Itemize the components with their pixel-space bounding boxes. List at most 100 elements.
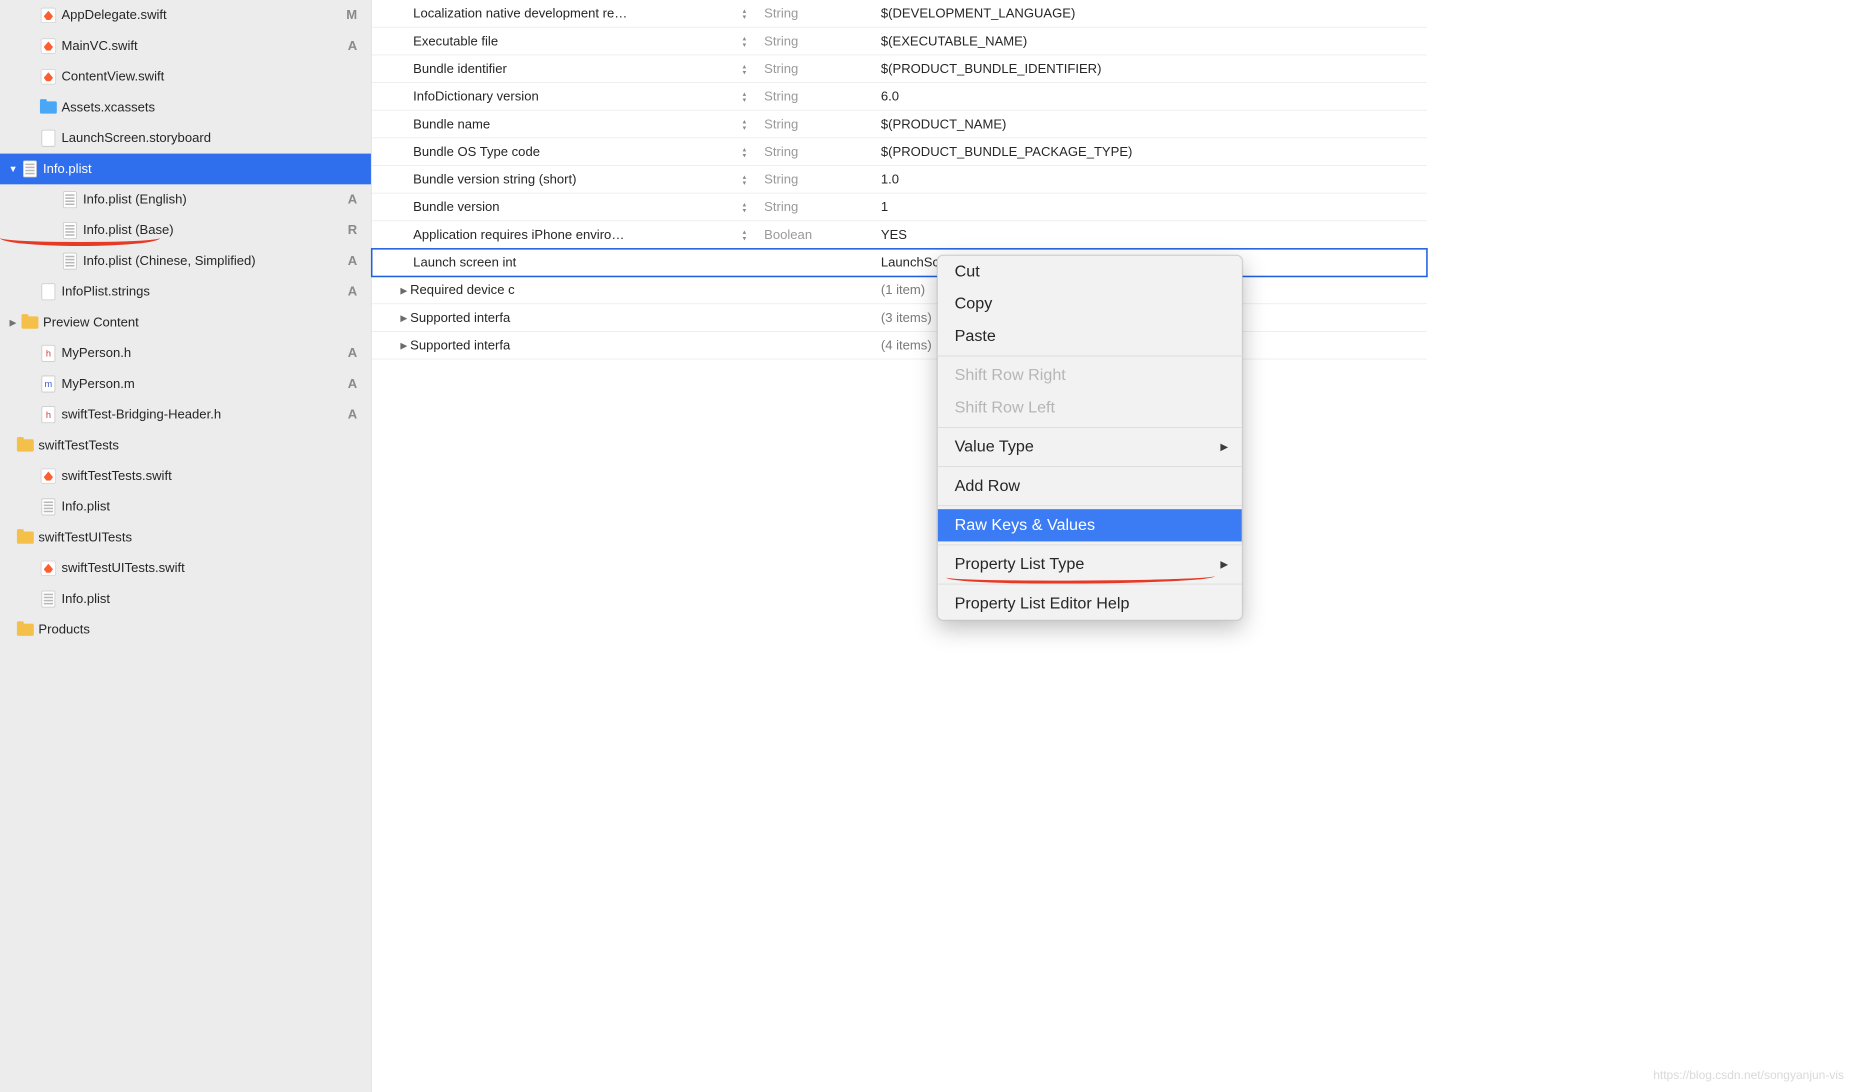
plist-row[interactable]: Executable file▴▾ String$(EXECUTABLE_NAME…: [372, 28, 1427, 56]
plist-key[interactable]: Application requires iPhone enviro…: [413, 227, 759, 242]
stepper-icon[interactable]: ▴▾: [743, 226, 754, 243]
stepper-icon[interactable]: ▴▾: [743, 33, 754, 50]
plist-value[interactable]: $(PRODUCT_NAME): [873, 116, 1427, 131]
plist-row[interactable]: ▶Required device c(1 item): [372, 276, 1427, 304]
file-name: Preview Content: [43, 315, 139, 330]
plist-key[interactable]: Executable file: [413, 33, 759, 48]
stepper-icon[interactable]: ▴▾: [743, 199, 754, 216]
file-row[interactable]: MainVC.swiftA: [0, 31, 371, 62]
menu-separator: [938, 356, 1242, 357]
scm-status-badge: A: [348, 376, 357, 391]
plist-row[interactable]: Bundle version▴▾ String1: [372, 194, 1427, 222]
file-row[interactable]: ContentView.swift: [0, 61, 371, 92]
plist-value[interactable]: $(DEVELOPMENT_LANGUAGE): [873, 6, 1427, 21]
plist-key[interactable]: Localization native development re…: [413, 6, 759, 21]
stepper-icon[interactable]: ▴▾: [743, 5, 754, 22]
file-row[interactable]: swiftTestTests.swift: [0, 461, 371, 492]
file-navigator[interactable]: AppDelegate.swiftMMainVC.swiftAContentVi…: [0, 0, 372, 1092]
plist-value[interactable]: $(PRODUCT_BUNDLE_IDENTIFIER): [873, 61, 1427, 76]
menu-item[interactable]: Copy: [938, 288, 1242, 320]
plist-row[interactable]: ▶Supported interfa(3 items): [372, 304, 1427, 332]
file-name: AppDelegate.swift: [61, 8, 166, 23]
menu-item[interactable]: Cut: [938, 256, 1242, 288]
file-row[interactable]: InfoPlist.stringsA: [0, 276, 371, 307]
plist-row[interactable]: Bundle name▴▾ String$(PRODUCT_NAME): [372, 111, 1427, 139]
h-file-icon: h: [40, 345, 57, 362]
menu-item[interactable]: Add Row: [938, 470, 1242, 502]
plist-key[interactable]: Bundle OS Type code: [413, 144, 759, 159]
stepper-icon[interactable]: ▴▾: [743, 116, 754, 133]
file-row[interactable]: ▶ Preview Content: [0, 307, 371, 338]
plist-value[interactable]: $(EXECUTABLE_NAME): [873, 33, 1427, 48]
file-row[interactable]: ▼Info.plist: [0, 154, 371, 185]
menu-item[interactable]: Value Type▶: [938, 431, 1242, 463]
plist-type[interactable]: String: [760, 89, 874, 104]
plist-key[interactable]: Bundle version string (short): [413, 172, 759, 187]
plist-value[interactable]: 1.0: [873, 172, 1427, 187]
menu-item[interactable]: Property List Editor Help: [938, 588, 1242, 620]
scm-status-badge: A: [348, 38, 357, 53]
file-row[interactable]: swiftTestUITests: [0, 522, 371, 553]
plist-row[interactable]: Application requires iPhone enviro…▴▾ Boo…: [372, 221, 1427, 249]
file-row[interactable]: swiftTestTests: [0, 430, 371, 461]
file-row[interactable]: Info.plist: [0, 492, 371, 523]
plist-type[interactable]: String: [760, 61, 874, 76]
file-row[interactable]: AppDelegate.swiftM: [0, 0, 371, 31]
plist-row[interactable]: InfoDictionary version▴▾ String6.0: [372, 83, 1427, 111]
plist-key[interactable]: Bundle name: [413, 116, 759, 131]
h-file-icon: h: [40, 406, 57, 423]
swift-file-icon: [40, 68, 57, 85]
plist-key[interactable]: InfoDictionary version: [413, 89, 759, 104]
plist-key[interactable]: Supported interfa: [410, 338, 759, 353]
plist-key[interactable]: Supported interfa: [410, 310, 759, 325]
plist-row[interactable]: Bundle OS Type code▴▾ String$(PRODUCT_BUN…: [372, 138, 1427, 166]
plist-key[interactable]: Launch screen int: [413, 255, 759, 270]
plist-value[interactable]: 6.0: [873, 89, 1427, 104]
file-row[interactable]: LaunchScreen.storyboard: [0, 123, 371, 154]
plist-value[interactable]: YES: [873, 227, 1427, 242]
menu-item[interactable]: Raw Keys & Values: [938, 509, 1242, 541]
stepper-icon[interactable]: ▴▾: [743, 60, 754, 77]
plist-type[interactable]: Boolean: [760, 227, 874, 242]
disclosure-triangle-icon[interactable]: ▶: [398, 340, 410, 351]
plist-key[interactable]: Required device c: [410, 282, 759, 297]
plist-row[interactable]: ▶Supported interfa(4 items): [372, 332, 1427, 360]
plist-row[interactable]: Launch screen intLaunchScreen: [372, 249, 1427, 277]
file-name: Products: [38, 622, 90, 637]
plist-type[interactable]: String: [760, 172, 874, 187]
plist-key[interactable]: Bundle version: [413, 199, 759, 214]
file-row[interactable]: Info.plist (English)A: [0, 184, 371, 215]
stepper-icon[interactable]: ▴▾: [743, 171, 754, 188]
plist-type[interactable]: String: [760, 116, 874, 131]
stepper-icon[interactable]: ▴▾: [743, 88, 754, 105]
menu-item-label: Paste: [955, 327, 996, 345]
file-row[interactable]: Info.plist (Chinese, Simplified)A: [0, 246, 371, 277]
disclosure-triangle-icon[interactable]: ▶: [398, 285, 410, 296]
menu-item[interactable]: Paste: [938, 320, 1242, 352]
menu-separator: [938, 427, 1242, 428]
menu-separator: [938, 584, 1242, 585]
file-row[interactable]: Info.plist: [0, 584, 371, 615]
plist-value[interactable]: $(PRODUCT_BUNDLE_PACKAGE_TYPE): [873, 144, 1427, 159]
plist-value[interactable]: 1: [873, 199, 1427, 214]
plist-row[interactable]: Bundle version string (short)▴▾ String1.0: [372, 166, 1427, 194]
plist-type[interactable]: String: [760, 199, 874, 214]
plist-type[interactable]: String: [760, 144, 874, 159]
file-row[interactable]: mMyPerson.mA: [0, 369, 371, 400]
disclosure-triangle-icon[interactable]: ▶: [398, 312, 410, 323]
plist-row[interactable]: Bundle identifier▴▾ String$(PRODUCT_BUNDL…: [372, 55, 1427, 83]
plist-file-icon: [22, 161, 39, 178]
disclosure-triangle-icon[interactable]: ▼: [8, 164, 19, 175]
file-row[interactable]: hMyPerson.hA: [0, 338, 371, 369]
plist-type[interactable]: String: [760, 33, 874, 48]
file-row[interactable]: swiftTestUITests.swift: [0, 553, 371, 584]
disclosure-triangle-icon[interactable]: ▶: [8, 317, 19, 328]
file-row[interactable]: hswiftTest-Bridging-Header.hA: [0, 399, 371, 430]
plist-type[interactable]: String: [760, 6, 874, 21]
menu-item-label: Copy: [955, 295, 993, 313]
stepper-icon[interactable]: ▴▾: [743, 143, 754, 160]
plist-row[interactable]: Localization native development re…▴▾ Str…: [372, 0, 1427, 28]
file-row[interactable]: Assets.xcassets: [0, 92, 371, 123]
plist-key[interactable]: Bundle identifier: [413, 61, 759, 76]
file-row[interactable]: Products: [0, 614, 371, 645]
